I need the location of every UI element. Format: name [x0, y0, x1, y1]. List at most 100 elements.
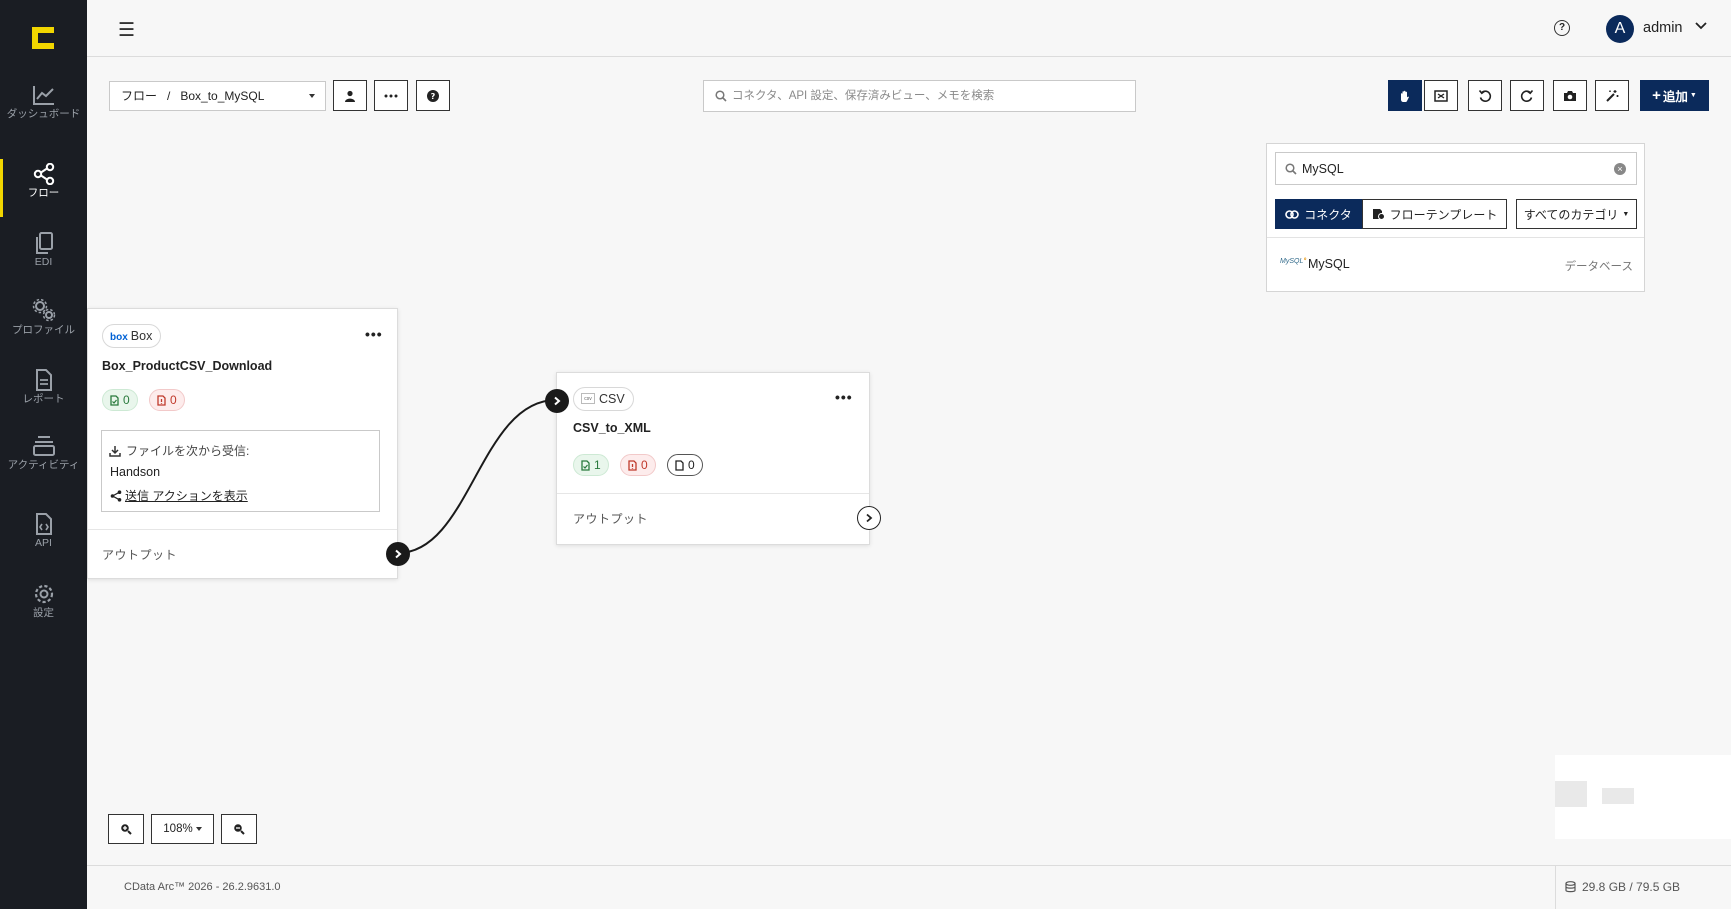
- success-count-badge[interactable]: 1: [573, 454, 609, 476]
- minimap-node: [1602, 788, 1634, 804]
- clear-search-icon[interactable]: ×: [1614, 163, 1626, 175]
- magic-wand-icon: [1606, 89, 1619, 102]
- redo-button[interactable]: [1510, 80, 1544, 111]
- share-nodes-icon: [33, 163, 54, 185]
- global-search[interactable]: [703, 80, 1136, 112]
- receive-label: ファイルを次から受信:: [109, 442, 249, 459]
- file-error-icon: [157, 394, 166, 406]
- tab-flow-templates[interactable]: フローテンプレート: [1362, 199, 1507, 229]
- pan-mode-button[interactable]: [1388, 80, 1422, 111]
- user-flow-button[interactable]: [333, 80, 367, 111]
- divider: [1555, 866, 1556, 909]
- sidebar-item-label: レポート: [22, 393, 65, 405]
- download-icon: [109, 445, 121, 457]
- chevron-right-icon: [554, 396, 561, 406]
- breadcrumb[interactable]: フロー / Box_to_MySQL: [109, 81, 326, 111]
- documents-icon: [35, 232, 53, 254]
- category-select[interactable]: すべてのカテゴリ ▼: [1516, 199, 1637, 229]
- sidebar-item-label: ダッシュボード: [6, 108, 81, 120]
- sidebar: ダッシュボード フロー EDI プロファイル レポート アクティビティ API …: [0, 0, 87, 909]
- caret-down-icon: [309, 94, 315, 98]
- tab-flow-templates-label: フローテンプレート: [1389, 207, 1498, 222]
- sidebar-item-edi[interactable]: EDI: [0, 232, 87, 294]
- select-area-icon: [1434, 89, 1448, 102]
- undo-button[interactable]: [1468, 80, 1502, 111]
- sidebar-item-activity[interactable]: アクティビティ: [0, 435, 87, 497]
- chevron-right-icon: [866, 513, 873, 523]
- sidebar-item-label: フロー: [27, 187, 60, 199]
- sidebar-item-dashboard[interactable]: ダッシュボード: [0, 84, 87, 146]
- connector-search[interactable]: ×: [1275, 152, 1637, 185]
- node-title[interactable]: Box_ProductCSV_Download: [102, 359, 272, 373]
- sidebar-item-settings[interactable]: 設定: [0, 583, 87, 645]
- caret-down-icon: [195, 826, 202, 831]
- add-button[interactable]: + 追加 ▼: [1640, 80, 1709, 111]
- add-button-label: 追加: [1662, 90, 1688, 104]
- api-file-icon: [35, 513, 52, 535]
- minimap-node: [1555, 781, 1587, 807]
- flow-node-csv[interactable]: csv CSV ••• CSV_to_XML 1 0 0 アウトプット: [545, 372, 881, 545]
- sidebar-item-report[interactable]: レポート: [0, 369, 87, 431]
- connector-name: MySQL: [1308, 257, 1350, 271]
- cdata-logo-icon[interactable]: [30, 25, 56, 51]
- show-send-action-link[interactable]: 送信 アクションを表示: [110, 487, 248, 504]
- box-logo-icon: box: [110, 332, 128, 343]
- caret-down-icon: ▼: [1689, 92, 1697, 99]
- connector-search-input[interactable]: [1302, 153, 1602, 184]
- output-port[interactable]: [386, 542, 410, 566]
- output-port[interactable]: [857, 506, 881, 530]
- node-menu-icon[interactable]: •••: [365, 326, 383, 342]
- connector-result-item[interactable]: MySQL° MySQL データベース: [1267, 238, 1644, 292]
- chevron-right-icon: [395, 549, 402, 559]
- sidebar-item-label: プロファイル: [12, 324, 75, 336]
- avatar[interactable]: A: [1606, 15, 1634, 43]
- sidebar-item-flow[interactable]: フロー: [0, 159, 87, 225]
- chevron-down-icon[interactable]: [1694, 19, 1708, 33]
- connector-panel: × コネクタ フローテンプレート すべてのカテゴリ ▼ MySQL° MySQL…: [1266, 143, 1645, 292]
- node-title[interactable]: CSV_to_XML: [573, 421, 651, 435]
- zoom-out-button[interactable]: [221, 814, 257, 844]
- connector-badge: box Box: [102, 324, 162, 348]
- category-select-label: すべてのカテゴリ: [1523, 207, 1619, 222]
- undo-icon: [1478, 89, 1492, 102]
- sidebar-item-api[interactable]: API: [0, 513, 87, 575]
- zoom-in-button[interactable]: [108, 814, 144, 844]
- help-icon[interactable]: ?: [1554, 20, 1570, 36]
- connector-category: データベース: [1564, 261, 1633, 273]
- tab-connectors[interactable]: コネクタ: [1275, 199, 1362, 229]
- error-count-badge[interactable]: 0: [149, 389, 185, 411]
- sidebar-item-profile[interactable]: プロファイル: [0, 298, 87, 360]
- error-count-badge[interactable]: 0: [620, 454, 656, 476]
- node-menu-icon[interactable]: •••: [835, 389, 853, 405]
- snapshot-button[interactable]: [1553, 80, 1587, 111]
- hamburger-menu-icon[interactable]: ☰: [118, 19, 135, 42]
- minimap[interactable]: [1555, 755, 1731, 839]
- divider: [88, 529, 397, 530]
- select-mode-button[interactable]: [1424, 80, 1458, 111]
- search-input[interactable]: [732, 81, 1132, 111]
- breadcrumb-root[interactable]: フロー: [121, 89, 157, 103]
- top-bar: ☰ ? A admin: [87, 0, 1731, 57]
- svg-text:?: ?: [431, 92, 436, 101]
- mysql-logo-icon: MySQL°: [1280, 258, 1307, 265]
- input-port[interactable]: [545, 389, 569, 413]
- breadcrumb-separator: /: [167, 89, 171, 103]
- sidebar-item-label: 設定: [33, 607, 54, 619]
- flow-node-box[interactable]: box Box ••• Box_ProductCSV_Download 0 0 フ…: [87, 308, 410, 579]
- success-count-badge[interactable]: 0: [102, 389, 138, 411]
- auto-arrange-button[interactable]: [1595, 80, 1629, 111]
- queued-count-badge[interactable]: 0: [667, 454, 703, 476]
- breadcrumb-current: Box_to_MySQL: [180, 89, 265, 103]
- gear-icon: [34, 584, 53, 604]
- zoom-level-select[interactable]: 108%: [151, 814, 214, 844]
- stack-icon: [32, 436, 55, 456]
- search-icon: [715, 90, 727, 102]
- more-options-button[interactable]: [374, 80, 408, 111]
- output-label: アウトプット: [573, 512, 649, 526]
- user-icon: [345, 90, 355, 102]
- connector-badge-label: Box: [130, 329, 153, 343]
- hand-icon: [1401, 90, 1409, 102]
- divider: [557, 493, 869, 494]
- flow-help-button[interactable]: ?: [416, 80, 450, 111]
- user-name[interactable]: admin: [1643, 20, 1683, 36]
